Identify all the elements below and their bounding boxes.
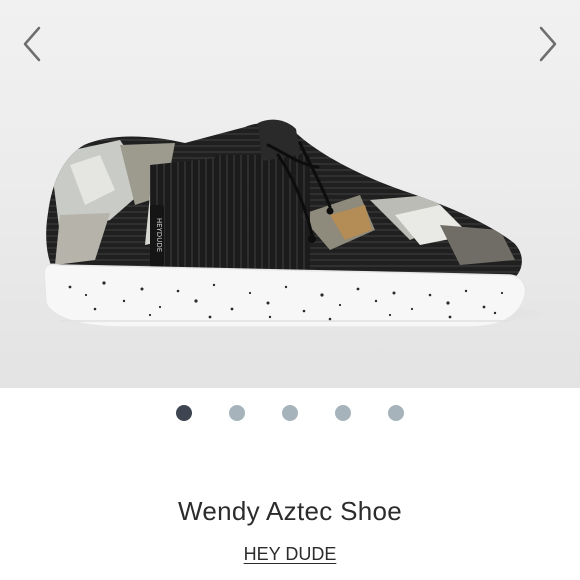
chevron-left-icon [23, 26, 41, 62]
gallery-dot-3[interactable] [282, 405, 298, 421]
gallery-dot-5[interactable] [388, 405, 404, 421]
brand-link-wrapper: HEY DUDE [0, 544, 580, 565]
gallery-pagination [0, 405, 580, 425]
product-title: Wendy Aztec Shoe [177, 496, 402, 526]
brand-link[interactable]: HEY DUDE [244, 544, 337, 564]
previous-image-button[interactable] [12, 22, 52, 66]
gallery-dot-2[interactable] [229, 405, 245, 421]
shoe-product-image: HEYDUDE [43, 119, 527, 328]
image-gallery: HEYDUDE [0, 0, 580, 388]
next-image-button[interactable] [528, 22, 568, 66]
chevron-right-icon [539, 26, 557, 62]
gallery-dot-1[interactable] [176, 405, 192, 421]
shoe-tag-text: HEYDUDE [155, 218, 163, 252]
gallery-dot-4[interactable] [335, 405, 351, 421]
